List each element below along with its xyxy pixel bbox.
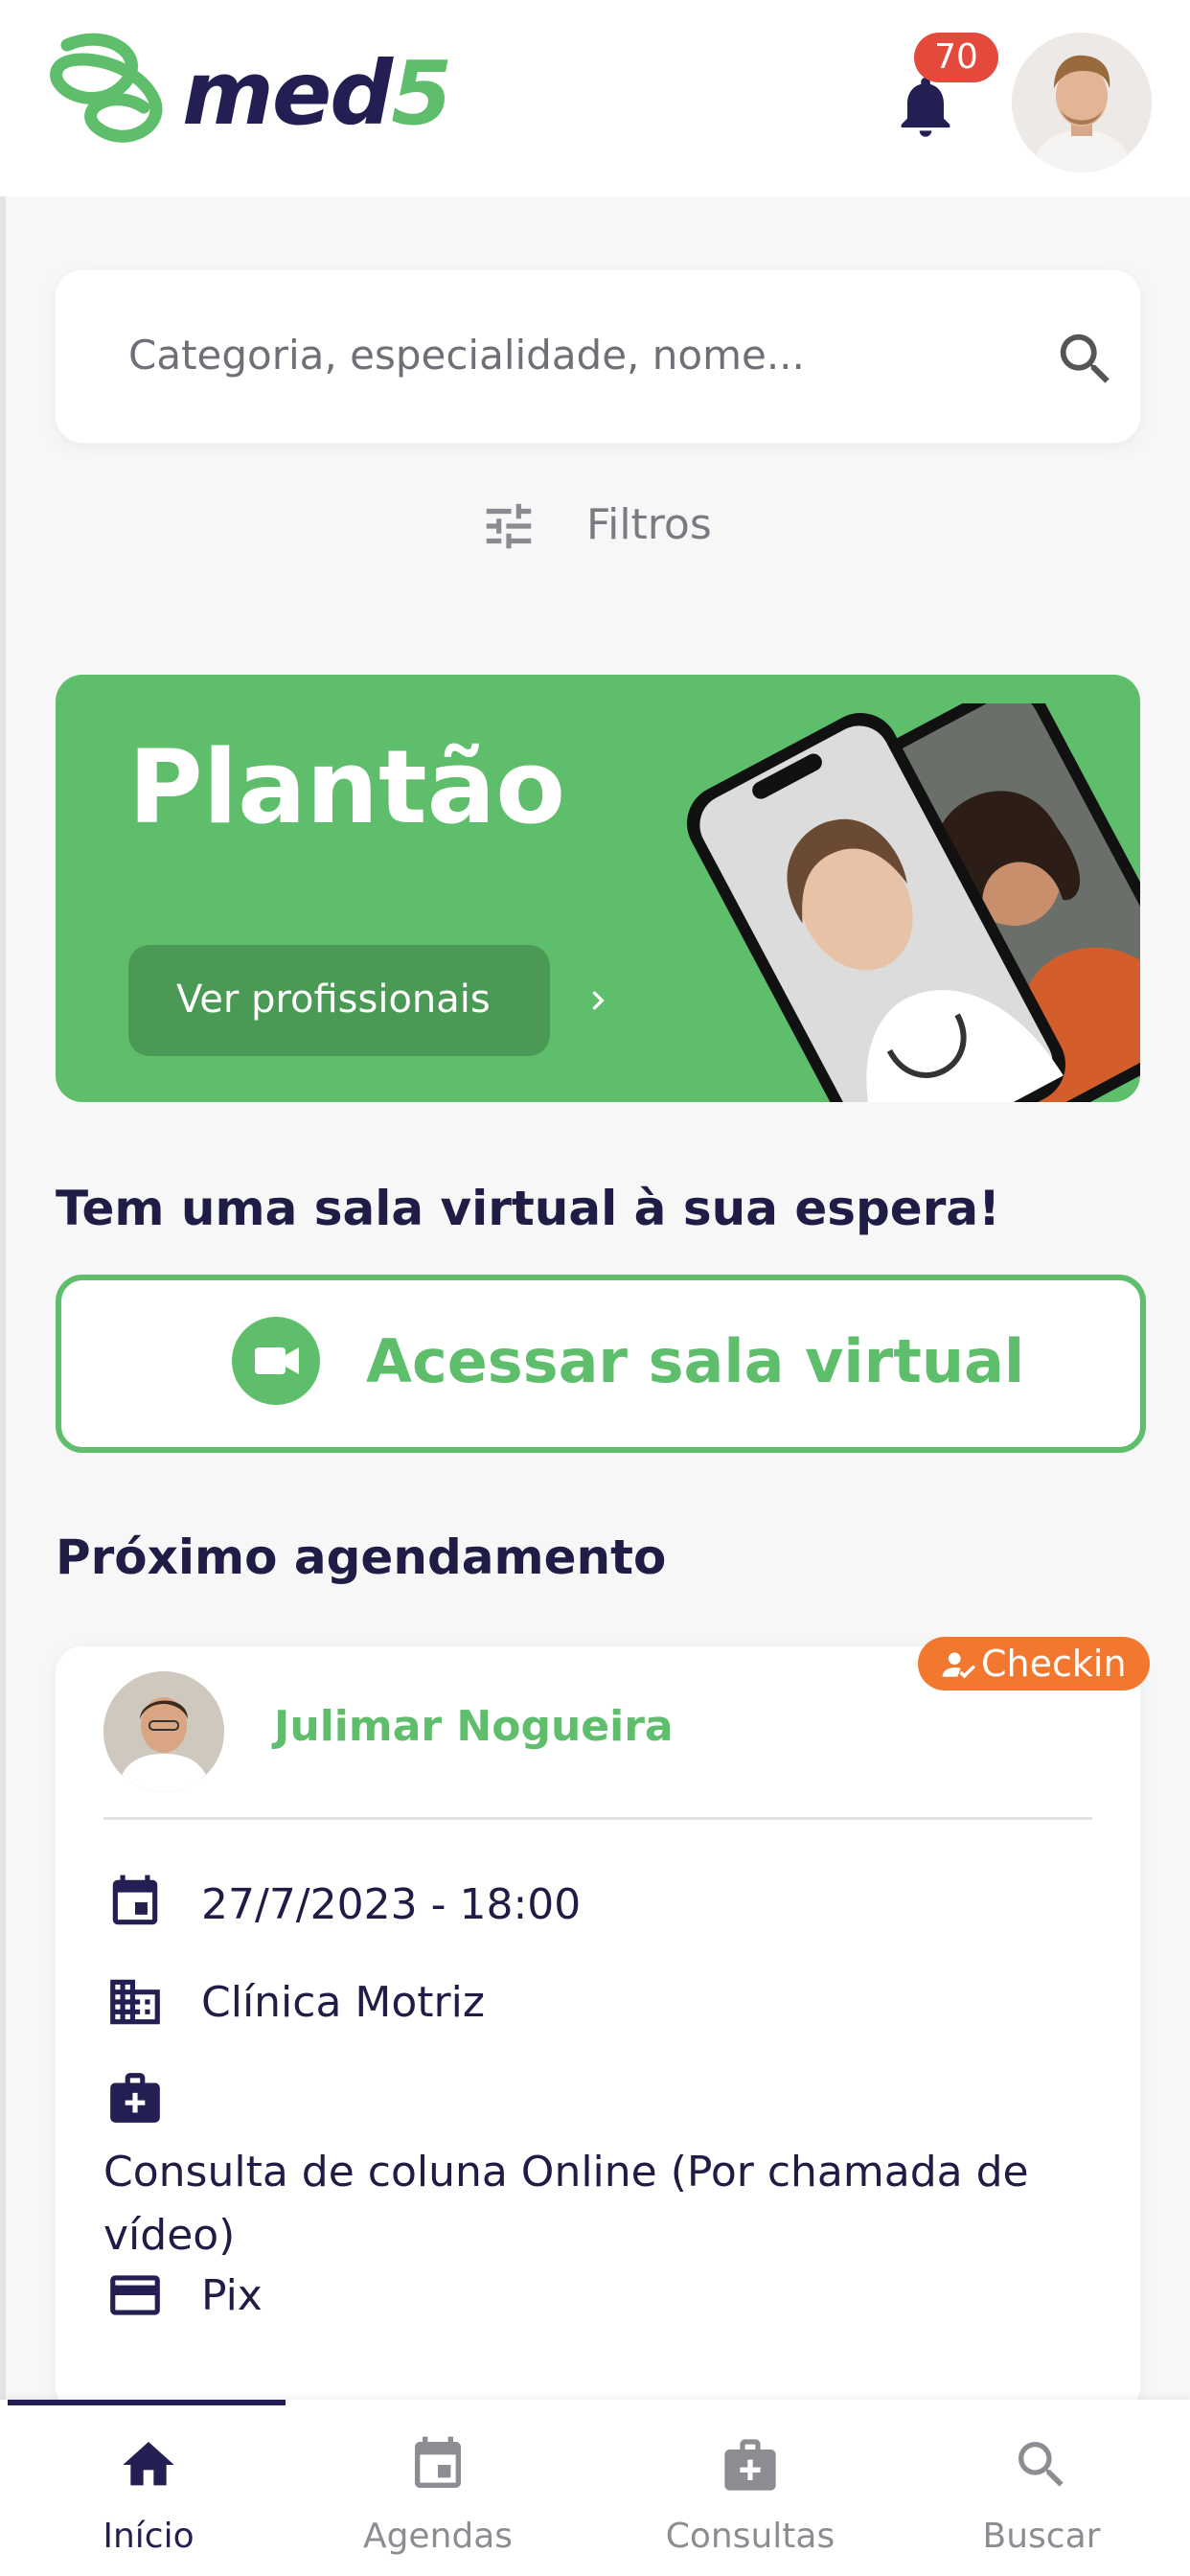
logo-text-med: med: [182, 42, 393, 145]
doctor-name: Julimar Nogueira: [274, 1702, 674, 1751]
calendar-icon: [112, 1874, 158, 1925]
nav-item-inicio[interactable]: Início: [0, 2400, 297, 2576]
medical-bag-icon: [110, 2073, 160, 2123]
search-icon[interactable]: [1052, 326, 1119, 393]
logo-text: med5: [182, 50, 452, 138]
virtual-room-heading: Tem uma sala virtual à sua espera!: [56, 1181, 1000, 1236]
search-icon: [1018, 2442, 1064, 2487]
user-avatar-photo: [1012, 33, 1152, 172]
med5-logo-mark: [50, 33, 163, 143]
nav-item-consultas[interactable]: Consultas: [602, 2400, 899, 2576]
building-icon: [110, 1979, 160, 2025]
access-virtual-room-button[interactable]: Acessar sala virtual: [56, 1275, 1146, 1453]
phones-illustration: [686, 703, 1140, 1102]
user-check-icon: [942, 1652, 976, 1679]
appointment-clinic: Clínica Motriz: [201, 1978, 485, 2027]
video-camera-icon: [232, 1317, 320, 1405]
sliders-icon: [486, 503, 532, 549]
credit-card-icon: [110, 2275, 160, 2315]
checkin-badge[interactable]: Checkin: [918, 1637, 1150, 1690]
search-box[interactable]: Categoria, especialidade, nome...: [56, 270, 1140, 443]
left-edge: [0, 0, 6, 2400]
access-virtual-room-label: Acessar sala virtual: [366, 1326, 1025, 1396]
doctor-avatar: [103, 1671, 224, 1792]
plantao-banner[interactable]: Plantão Ver profissionais: [56, 675, 1140, 1102]
calendar-icon: [415, 2436, 461, 2488]
medical-bag-icon: [724, 2439, 776, 2491]
ver-profissionais-button[interactable]: Ver profissionais: [128, 945, 605, 1056]
appointment-service: Consulta de coluna Online (Por chamada d…: [103, 2148, 1029, 2260]
card-divider: [103, 1817, 1092, 1820]
nav-item-buscar[interactable]: Buscar: [893, 2400, 1190, 2576]
nav-label-buscar: Buscar: [982, 2517, 1101, 2556]
doctor-avatar-photo: [103, 1671, 224, 1792]
filters-label: Filtros: [586, 500, 712, 549]
appointment-card[interactable]: Julimar Nogueira 27/7/2023 - 18:00 Clíni…: [56, 1646, 1140, 2413]
nav-item-agendas[interactable]: Agendas: [289, 2400, 586, 2576]
med5-logo: med5: [38, 21, 452, 165]
plantao-title: Plantão: [128, 728, 566, 846]
notification-badge: 70: [914, 33, 998, 82]
logo-text-five: 5: [391, 42, 452, 145]
search-input[interactable]: Categoria, especialidade, nome...: [128, 332, 805, 379]
nav-label-consultas: Consultas: [665, 2517, 835, 2556]
bottom-navigation: Início Agendas Consultas Buscar: [0, 2400, 1190, 2576]
nav-label-agendas: Agendas: [362, 2517, 514, 2556]
checkin-label: Checkin: [981, 1643, 1127, 1685]
app-header: med5 70: [0, 0, 1190, 196]
appointment-datetime: 27/7/2023 - 18:00: [201, 1880, 582, 1929]
appointment-payment: Pix: [201, 2271, 263, 2320]
user-avatar[interactable]: [1012, 33, 1152, 172]
ver-profissionais-label: Ver profissionais: [176, 978, 491, 1022]
nav-label-inicio: Início: [103, 2517, 195, 2556]
home-icon: [123, 2442, 174, 2486]
next-appointment-heading: Próximo agendamento: [56, 1530, 667, 1585]
